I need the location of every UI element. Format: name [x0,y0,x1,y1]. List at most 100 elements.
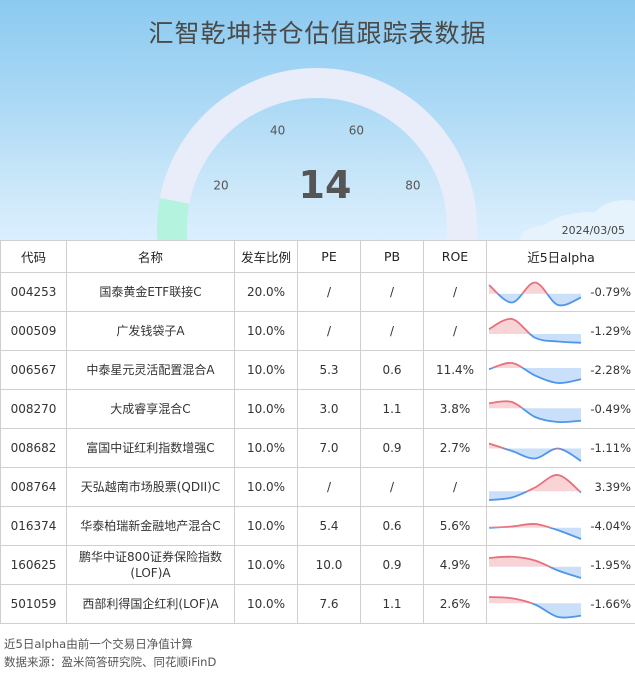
fund-name: 大成睿享混合C [66,389,235,429]
fund-roe: 3.8% [423,389,487,429]
fund-code: 006567 [0,350,67,390]
alpha-value: -0.49% [590,402,631,416]
fund-pb: 0.6 [360,506,424,546]
fund-pb: / [360,272,424,312]
fund-name: 华泰柏瑞新金融地产混合C [66,506,235,546]
footer-note-source: 数据来源：盈米简答研究院、同花顺iFinD [4,655,217,669]
alpha-sparkline [488,555,582,579]
fund-pe: / [297,272,361,312]
alpha-cell: -4.04% [486,506,635,546]
fund-pb: 1.1 [360,389,424,429]
column-header-name: 名称 [66,240,235,273]
column-header-code: 代码 [0,240,67,273]
alpha-cell: -1.11% [486,428,635,468]
fund-pe: 7.0 [297,428,361,468]
fund-pb: / [360,467,424,507]
alpha-sparkline [488,361,582,384]
alpha-cell: -2.28% [486,350,635,390]
table-row: 016374 华泰柏瑞新金融地产混合C 10.0% 5.4 0.6 5.6% -… [0,506,635,546]
gauge-banner: 汇智乾坤持仓估值跟踪表数据 020406080100 14 2024/03/05 [0,0,635,240]
column-header-roe: ROE [423,240,487,273]
fund-name: 富国中证红利指数增强C [66,428,235,468]
fund-roe: 5.6% [423,506,487,546]
table-row: 000509 广发钱袋子A 10.0% / / / -1.29% [0,311,635,351]
alpha-value: -1.29% [590,324,631,338]
fund-code: 008270 [0,389,67,429]
fund-pe: 5.4 [297,506,361,546]
fund-roe: 2.6% [423,584,487,624]
fund-pb: 0.6 [360,350,424,390]
fund-name: 鹏华中证800证券保险指数(LOF)A [66,545,235,585]
alpha-value: -2.28% [590,363,631,377]
fund-code: 008682 [0,428,67,468]
alpha-cell: 3.39% [486,467,635,507]
alpha-value: -1.95% [590,558,631,572]
alpha-value: 3.39% [594,480,631,494]
fund-pb: 1.1 [360,584,424,624]
fund-pb: / [360,311,424,351]
alpha-value: -0.79% [590,285,631,299]
alpha-sparkline [488,442,582,462]
fund-roe: / [423,467,487,507]
alpha-cell: -1.95% [486,545,635,585]
alpha-sparkline [488,595,582,619]
alpha-cell: -1.66% [486,584,635,624]
alpha-cell: -1.29% [486,311,635,351]
table-row: 006567 中泰星元灵活配置混合A 10.0% 5.3 0.6 11.4% -… [0,350,635,390]
alpha-sparkline [488,522,582,540]
fund-ratio: 10.0% [234,428,298,468]
fund-name: 广发钱袋子A [66,311,235,351]
fund-ratio: 10.0% [234,467,298,507]
fund-code: 008764 [0,467,67,507]
fund-pb: 0.9 [360,545,424,585]
table-header-row: 代码 名称 发车比例 PE PB ROE 近5日alpha [0,240,635,273]
fund-ratio: 10.0% [234,506,298,546]
fund-pe: 10.0 [297,545,361,585]
fund-code: 016374 [0,506,67,546]
fund-pe: / [297,467,361,507]
fund-ratio: 10.0% [234,545,298,585]
fund-name: 中泰星元灵活配置混合A [66,350,235,390]
footer-note-alpha: 近5日alpha由前一个交易日净值计算 [4,637,193,651]
fund-pe: 5.3 [297,350,361,390]
fund-pe: 7.6 [297,584,361,624]
alpha-sparkline [488,473,582,501]
alpha-sparkline [488,399,582,423]
gauge-value: 14 [298,163,352,207]
fund-code: 000509 [0,311,67,351]
table-row: 008682 富国中证红利指数增强C 10.0% 7.0 0.9 2.7% -1… [0,428,635,468]
column-header-alpha: 近5日alpha [486,240,635,273]
alpha-sparkline [488,317,582,344]
gauge-fill [157,198,190,240]
fund-pe: 3.0 [297,389,361,429]
fund-roe: 4.9% [423,545,487,585]
fund-roe: 11.4% [423,350,487,390]
fund-pb: 0.9 [360,428,424,468]
alpha-value: -4.04% [590,519,631,533]
fund-name: 天弘越南市场股票(QDII)C [66,467,235,507]
column-header-pb: PB [360,240,424,273]
column-header-pe: PE [297,240,361,273]
fund-ratio: 10.0% [234,311,298,351]
table-row: 160625 鹏华中证800证券保险指数(LOF)A 10.0% 10.0 0.… [0,545,635,585]
fund-code: 004253 [0,272,67,312]
fund-roe: 2.7% [423,428,487,468]
gauge-tick-label: 40 [270,124,285,138]
fund-ratio: 20.0% [234,272,298,312]
gauge-tick-label: 20 [213,178,228,192]
fund-roe: / [423,311,487,351]
table-row: 004253 国泰黄金ETF联接C 20.0% / / / -0.79% [0,272,635,312]
table-row: 008270 大成睿享混合C 10.0% 3.0 1.1 3.8% -0.49% [0,389,635,429]
fund-code: 160625 [0,545,67,585]
column-header-ratio: 发车比例 [234,240,298,273]
footer-notes: 近5日alpha由前一个交易日净值计算 数据来源：盈米简答研究院、同花顺iFin… [4,635,216,671]
fund-pe: / [297,311,361,351]
alpha-cell: -0.79% [486,272,635,312]
alpha-value: -1.66% [590,597,631,611]
fund-roe: / [423,272,487,312]
gauge-tick-label: 60 [349,124,364,138]
fund-ratio: 10.0% [234,389,298,429]
date-label: 2024/03/05 [561,224,625,237]
gauge-track [157,68,477,240]
gauge-tick-label: 80 [405,178,420,192]
